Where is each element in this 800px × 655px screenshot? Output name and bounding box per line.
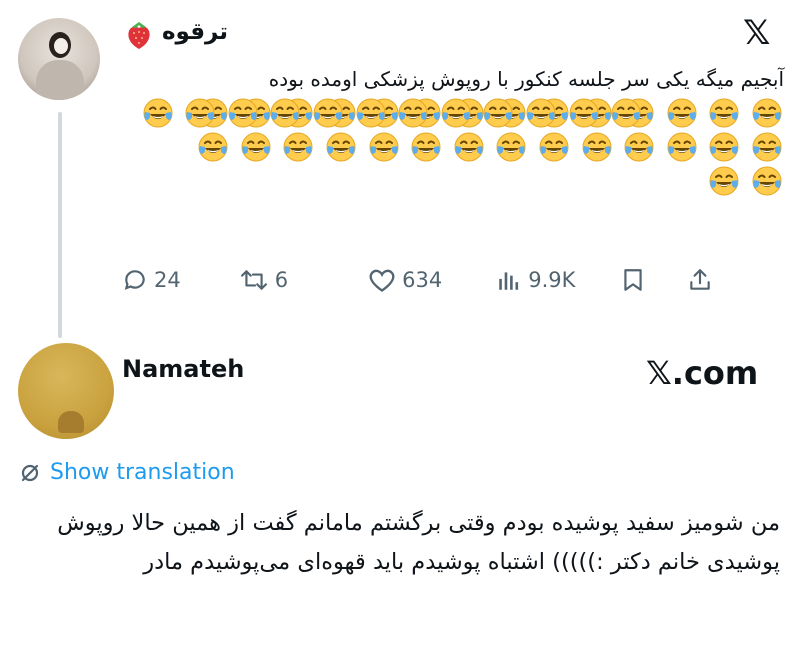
heart-icon xyxy=(369,269,395,292)
laughing-emoji-icon xyxy=(311,96,345,130)
laughing-emoji-icon xyxy=(183,96,217,130)
laughing-emoji-icon xyxy=(268,96,302,130)
bookmark-button[interactable] xyxy=(621,267,645,293)
laughing-emoji-icon xyxy=(622,130,656,164)
laughing-emoji-icon xyxy=(665,130,699,164)
laughing-emoji-icon xyxy=(439,96,473,130)
laughing-emoji-icon xyxy=(707,164,741,198)
tweet-body-1: آبجیم میگه یکی سر جلسه کنکور با روپوش پز… xyxy=(268,67,784,91)
x-logo-icon[interactable]: 𝕏 xyxy=(743,16,770,50)
laughing-emoji-icon xyxy=(567,96,601,130)
laughing-emoji-icon xyxy=(494,130,528,164)
avatar-tarqoveh[interactable] xyxy=(18,18,100,100)
avatar-namateh[interactable] xyxy=(18,343,114,439)
views-button[interactable]: 9.9K xyxy=(496,267,575,293)
like-count: 634 xyxy=(402,268,443,292)
x-com-watermark: 𝕏.com xyxy=(646,354,759,392)
laughing-emoji-icon xyxy=(196,130,230,164)
laughing-emoji-icon xyxy=(226,96,260,130)
laughing-emoji-icon xyxy=(354,96,388,130)
repost-icon xyxy=(240,270,267,290)
show-translation-label: Show translation xyxy=(50,460,235,485)
emoji-row xyxy=(132,96,722,130)
laughing-emoji-icon xyxy=(367,130,401,164)
laughing-emoji-icon xyxy=(537,130,571,164)
like-button[interactable]: 634 xyxy=(368,267,442,293)
emoji-block xyxy=(124,96,784,198)
tweet-text-1: آبجیم میگه یکی سر جلسه کنکور با روپوش پز… xyxy=(124,62,784,198)
laughing-emoji-icon xyxy=(750,130,784,164)
laughing-emoji-icon xyxy=(239,130,273,164)
laughing-emoji-icon xyxy=(396,96,430,130)
laughing-emoji-icon xyxy=(141,96,175,130)
laughing-emoji-icon xyxy=(524,96,558,130)
reply-button[interactable]: 24 xyxy=(122,267,181,293)
laughing-emoji-icon xyxy=(750,164,784,198)
share-button[interactable] xyxy=(687,267,713,293)
repost-count: 6 xyxy=(274,268,289,292)
share-icon xyxy=(690,269,711,290)
reply-count: 24 xyxy=(154,268,181,292)
laughing-emoji-icon xyxy=(281,130,315,164)
laughing-emoji-icon xyxy=(452,130,486,164)
display-name-1[interactable]: ترقوه xyxy=(162,19,228,45)
bookmark-icon xyxy=(624,269,643,291)
laughing-emoji-icon xyxy=(409,130,443,164)
laughing-emoji-icon xyxy=(609,96,643,130)
show-translation-link[interactable]: Show translation xyxy=(18,460,235,485)
strawberry-icon xyxy=(122,18,156,56)
laughing-emoji-icon xyxy=(707,130,741,164)
views-count: 9.9K xyxy=(528,268,576,292)
laughing-emoji-icon xyxy=(481,96,515,130)
laughing-emoji-icon xyxy=(750,96,784,130)
views-icon xyxy=(499,272,519,290)
emoji-row xyxy=(124,130,784,164)
repost-button[interactable]: 6 xyxy=(239,267,288,293)
thread-line xyxy=(58,112,62,338)
laughing-emoji-icon xyxy=(580,130,614,164)
reply-icon xyxy=(124,270,145,290)
emoji-row xyxy=(124,164,784,198)
translate-icon xyxy=(21,464,39,481)
display-name-2[interactable]: Namateh xyxy=(122,355,244,383)
laughing-emoji-icon xyxy=(324,130,358,164)
tweet-text-2: من شومیز سفید پوشیده بودم وقتی برگشتم ما… xyxy=(57,510,780,575)
action-bar: 24 6 634 9.9K xyxy=(116,262,788,298)
